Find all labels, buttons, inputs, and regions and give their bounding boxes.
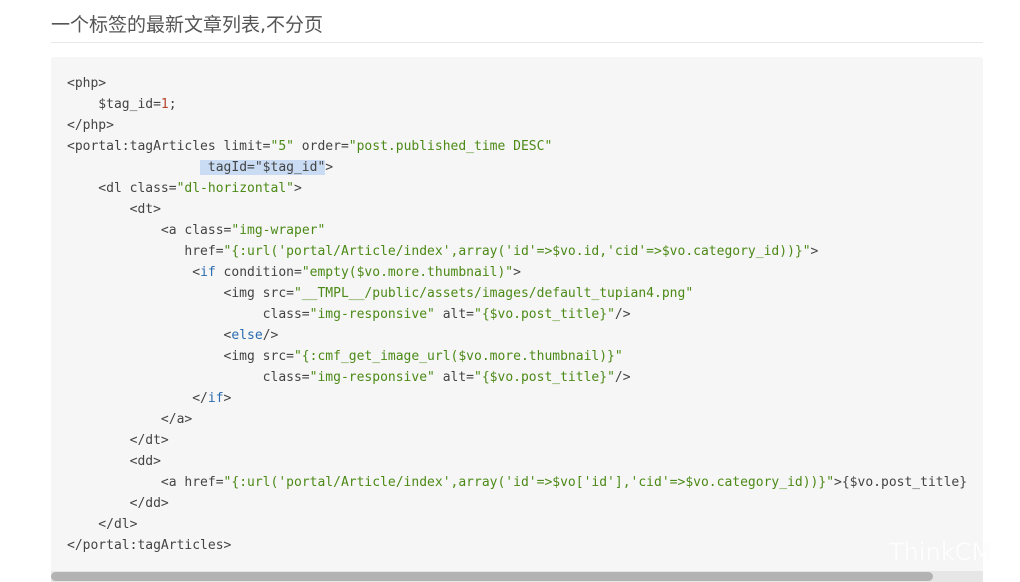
code-token: </dd> [67,496,169,511]
title-divider [51,42,983,43]
code-line: <img src="__TMPL__/public/assets/images/… [67,283,967,304]
code-line: <else/> [67,325,967,346]
code-token: href= [67,244,224,259]
code-token: "img-responsive" [309,307,435,322]
code-token: "img-responsive" [309,370,435,385]
code-token: alt= [434,370,475,385]
code-line: </dt> [67,430,967,451]
code-token: <img src= [67,349,294,364]
code-line: </dl> [67,514,967,535]
code-line: </php> [67,115,967,136]
code-token: < [67,265,201,280]
code-line: <php> [67,73,967,94]
code-token: <img src= [67,286,294,301]
code-token: "__TMPL__/public/assets/images/default_t… [293,286,694,301]
code-token: > [223,391,232,406]
code-line: </a> [67,409,967,430]
code-line: class="img-responsive" alt="{$vo.post_ti… [67,367,967,388]
code-token: "{$vo.post_title}" [474,307,615,322]
code-token: <a class= [67,223,232,238]
code-token: /> [614,307,631,322]
code-token: </dl> [67,517,138,532]
code-token: </php> [67,118,114,133]
code-token: "{$vo.post_title}" [474,370,615,385]
code-token: </portal:tagArticles> [67,538,232,553]
code-token: "5" [270,139,294,154]
code-token: > [325,160,334,175]
code-token: if [200,265,216,280]
code-token-highlighted: tagId="$tag_id" [200,160,326,175]
code-token: "dl-horizontal" [176,181,294,196]
code-line: <a href="{:url('portal/Article/index',ar… [67,472,967,493]
code-token: order= [293,139,349,154]
code-line: </portal:tagArticles> [67,535,967,556]
code-line: </if> [67,388,967,409]
code-token: $tag_id= [67,97,161,112]
code-token: > [810,244,819,259]
code-line: <dt> [67,199,967,220]
code-token: <dt> [67,202,161,217]
watermark-text: ThinkCM [889,538,993,566]
code-token: alt= [434,307,475,322]
code-token: condition= [215,265,302,280]
code-token: else [231,328,263,343]
code-token: ; [168,97,177,112]
code-line: <if condition="empty($vo.more.thumbnail)… [67,262,967,283]
code-token: <dd> [67,454,161,469]
code-line: </dd> [67,493,967,514]
code-token: </ [67,391,208,406]
code-token: <portal:tagArticles limit= [67,139,271,154]
code-token: class= [67,370,310,385]
code-line: tagId="$tag_id"> [67,157,967,178]
scrollbar-thumb[interactable] [51,572,933,581]
code-line: <dd> [67,451,967,472]
code-token: if [207,391,224,406]
code-token: <a href= [67,475,224,490]
code-token: <php> [67,76,107,91]
code-line: href="{:url('portal/Article/index',array… [67,241,967,262]
code-token: "post.published_time DESC" [348,139,553,154]
code-token: "img-wraper" [231,223,326,238]
code-line: <img src="{:cmf_get_image_url($vo.more.t… [67,346,967,367]
code-line: <a class="img-wraper" [67,220,967,241]
code-line: <portal:tagArticles limit="5" order="pos… [67,136,967,157]
code-line: <dl class="dl-horizontal"> [67,178,967,199]
code-token: </dt> [67,433,169,448]
code-token: /> [614,370,631,385]
code-token: <dl class= [67,181,177,196]
code-token: 1 [160,97,169,112]
code-token: > [513,265,521,280]
code-token: < [67,328,232,343]
code-token: class= [67,307,310,322]
code-line: $tag_id=1; [67,94,967,115]
code-block[interactable]: <php> $tag_id=1; </php> <portal:tagArticle… [51,57,983,582]
code-content[interactable]: <php> $tag_id=1; </php> <portal:tagArticle… [67,73,967,556]
horizontal-scrollbar[interactable] [51,571,983,582]
code-token: > [293,181,302,196]
code-token: "{:url('portal/Article/index',array('id'… [223,244,811,259]
code-token: >{$vo.post_title} [834,475,968,490]
section-title: 一个标签的最新文章列表,不分页 [51,14,324,36]
code-token: "{:url('portal/Article/index',array('id'… [223,475,835,490]
code-token: </a> [67,412,193,427]
code-token: /> [262,328,279,343]
code-token: "empty($vo.more.thumbnail)" [301,265,514,280]
code-line: class="img-responsive" alt="{$vo.post_ti… [67,304,967,325]
code-token: "{:cmf_get_image_url($vo.more.thumbnail)… [293,349,623,364]
